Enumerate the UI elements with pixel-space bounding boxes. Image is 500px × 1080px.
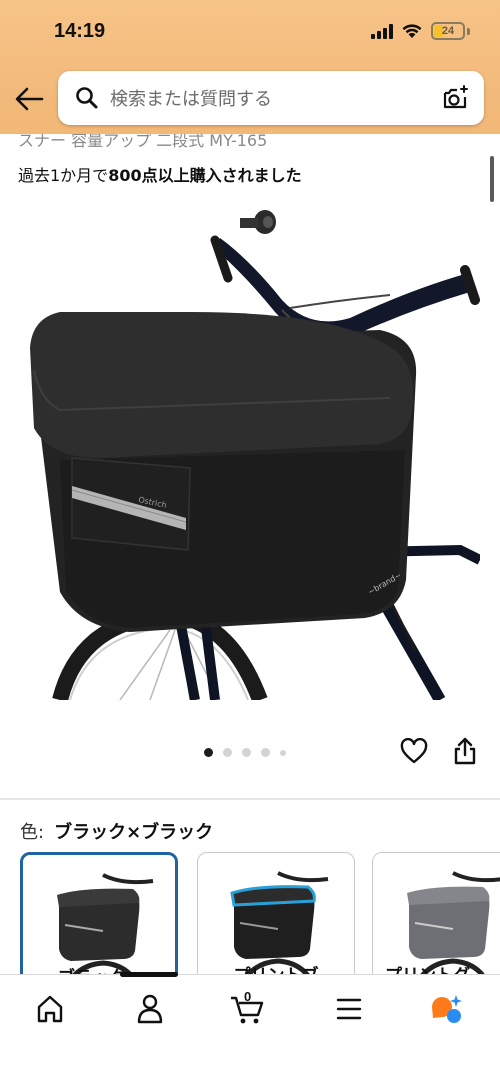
back-arrow-icon[interactable]	[14, 86, 44, 112]
scrollbar[interactable]	[490, 156, 494, 202]
signal-icon	[371, 23, 393, 39]
status-time: 14:19	[54, 20, 106, 42]
product-image[interactable]: Ostrich ~brand~	[20, 200, 480, 700]
search-bar[interactable]: 検索または質問する	[58, 71, 484, 125]
share-icon[interactable]	[452, 736, 478, 766]
battery-level: 24	[441, 25, 455, 37]
account-icon[interactable]	[130, 991, 170, 1027]
app-header: 14:19 24 検索または質問する	[0, 0, 500, 134]
menu-icon[interactable]	[329, 991, 369, 1027]
status-icons: 24	[371, 22, 470, 40]
cart-count: 0	[244, 989, 252, 1004]
section-divider	[0, 798, 500, 800]
product-title-partial: スナー 容量アップ 二段式 MY-165	[18, 134, 268, 150]
purchase-bold: 800点以上購入されました	[108, 166, 302, 185]
search-icon	[76, 87, 98, 109]
color-swatch-black[interactable]: ブラック×	[20, 852, 178, 992]
rufus-ai-icon[interactable]	[428, 991, 468, 1027]
battery-icon: 24	[431, 22, 465, 40]
search-input[interactable]: 検索または質問する	[110, 85, 440, 111]
color-swatch-print-blue[interactable]: プリントブ	[197, 852, 355, 992]
color-value: ブラック×ブラック	[54, 822, 214, 843]
product-page: 14:19 24 検索または質問する スナー 容量アップ 二段式 MY-165 …	[0, 0, 500, 1080]
wifi-icon	[402, 24, 422, 38]
purchase-count-text: 過去1か月で800点以上購入されました	[18, 162, 302, 186]
bottom-nav: 0	[0, 972, 500, 1080]
nav-indicator	[120, 972, 178, 977]
color-label: 色:	[20, 822, 45, 843]
home-icon[interactable]	[30, 991, 70, 1027]
purchase-prefix: 過去1か月で	[18, 166, 109, 185]
heart-icon[interactable]	[400, 738, 428, 766]
camera-search-icon[interactable]	[440, 83, 470, 113]
carousel-dot[interactable]	[242, 748, 251, 757]
image-carousel-dots[interactable]	[204, 748, 286, 757]
carousel-dot[interactable]	[223, 748, 232, 757]
color-selection: 色: ブラック×ブラック	[20, 818, 213, 844]
color-swatch-print-gray[interactable]: プリントグ	[372, 852, 500, 992]
carousel-dot[interactable]	[261, 748, 270, 757]
cart-button[interactable]: 0	[228, 989, 268, 1027]
carousel-dot[interactable]	[280, 749, 286, 756]
carousel-dot[interactable]	[204, 748, 213, 757]
